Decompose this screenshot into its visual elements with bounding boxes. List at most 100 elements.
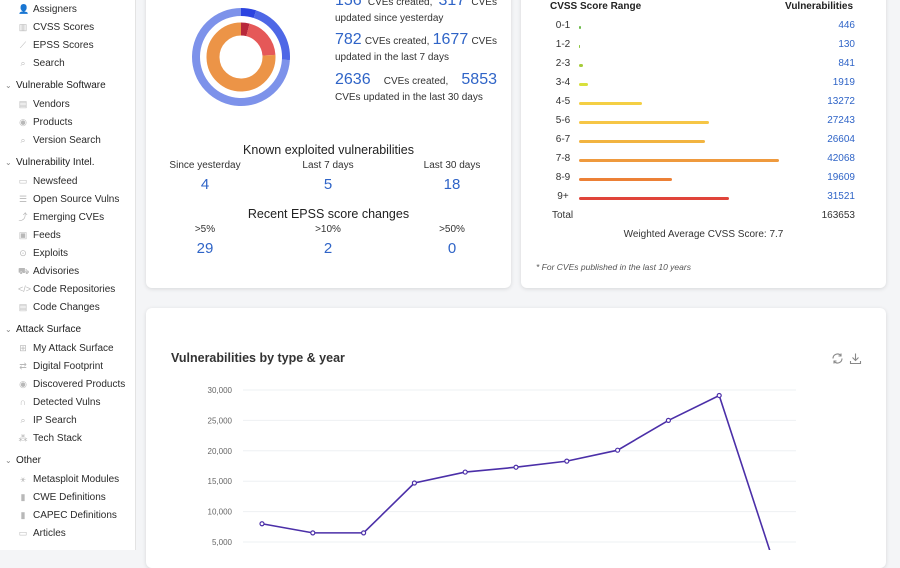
sidebar-section-other[interactable]: ⌄ Other — [5, 452, 41, 468]
sidebar-section-vulnerability-intel[interactable]: ⌄ Vulnerability Intel. — [5, 154, 95, 170]
sidebar-item-search[interactable]: ⌕ Search — [18, 55, 65, 71]
sidebar-item-emerging-cves[interactable]: ⤴ Emerging CVEs — [18, 209, 104, 225]
data-point[interactable] — [361, 530, 367, 536]
sidebar-item-label: Vendors — [33, 98, 70, 110]
briefcase-icon: ▤ — [18, 99, 28, 109]
updated-count[interactable]: 5853 — [461, 71, 497, 89]
download-icon[interactable] — [849, 352, 862, 365]
data-point[interactable] — [513, 464, 519, 470]
epss-title: Recent EPSS score changes — [247, 207, 410, 221]
sidebar-item-vendors[interactable]: ▤ Vendors — [18, 96, 70, 112]
sidebar-item-label: CWE Definitions — [33, 491, 106, 503]
sidebar-item-digital-footprint[interactable]: ⇄ Digital Footprint — [18, 358, 103, 374]
cve-stat-line: 156 CVEs created, 317 CVEs updated since yes… — [335, 0, 497, 24]
epss-label: >50% — [439, 224, 465, 235]
cve-stat-line: 782 CVEs created, 1677 CVEs updated in the l… — [335, 31, 497, 63]
sidebar-item-advisories[interactable]: ⛟ Advisories — [18, 263, 79, 279]
sidebar-item-newsfeed[interactable]: ▭ Newsfeed — [18, 173, 78, 189]
sidebar-item-cwe-definitions[interactable]: ▮ CWE Definitions — [18, 489, 106, 505]
kev-label: Last 7 days — [302, 160, 354, 171]
exploit-icon: ⊙ — [19, 248, 27, 258]
y-tick-label: 30,000 — [208, 386, 233, 395]
data-point[interactable] — [259, 521, 265, 527]
donut-inner-slice-kev-yesterday[interactable] — [240, 22, 250, 37]
sidebar-item-version-search[interactable]: ⌕ Version Search — [18, 132, 100, 148]
sidebar-item-detected-vulns[interactable]: ∩ Detected Vulns — [18, 394, 101, 410]
sidebar-item-capec-definitions[interactable]: ▮ CAPEC Definitions — [18, 507, 117, 523]
created-text: CVEs created, — [383, 76, 449, 87]
cvss-count[interactable]: 130 — [838, 39, 855, 50]
cvss-count[interactable]: 27243 — [827, 115, 855, 126]
sidebar-section-vulnerable-software[interactable]: ⌄ Vulnerable Software — [5, 77, 106, 93]
cvss-count[interactable]: 841 — [838, 58, 855, 69]
created-count[interactable]: 782 — [335, 31, 362, 49]
sidebar-section-attack-surface[interactable]: ⌄ Attack Surface — [5, 321, 81, 337]
cvss-count[interactable]: 13272 — [827, 96, 855, 107]
cvss-bar — [579, 64, 583, 67]
data-point[interactable] — [665, 417, 672, 424]
chevron-down-icon: ⌄ — [5, 157, 12, 167]
cvss-count[interactable]: 31521 — [827, 191, 855, 202]
epss-value[interactable]: 2 — [273, 240, 383, 257]
kev-value[interactable]: 18 — [397, 176, 507, 193]
sidebar-item-assigners[interactable]: 👤 Assigners — [18, 1, 77, 17]
cvss-count[interactable]: 446 — [838, 20, 855, 31]
chevron-down-icon: ⌄ — [5, 324, 12, 334]
sidebar-item-open-source-vulns[interactable]: ☰ Open Source Vulns — [18, 191, 119, 207]
ip-search-icon: ⌕ — [20, 415, 26, 425]
sidebar-item-code-changes[interactable]: ▤ Code Changes — [18, 299, 100, 315]
cvss-row: 9+ 31521 — [555, 191, 855, 205]
sidebar-item-tech-stack[interactable]: ⁂ Tech Stack — [18, 430, 82, 446]
data-point[interactable] — [310, 530, 316, 536]
sidebar-item-label: Search — [33, 57, 65, 69]
epss-value[interactable]: 29 — [150, 240, 260, 257]
sidebar-item-ip-search[interactable]: ⌕ IP Search — [18, 412, 76, 428]
line-chart-icon: ⟋ — [19, 40, 27, 50]
cvss-count[interactable]: 42068 — [827, 153, 855, 164]
cvss-bar — [579, 140, 706, 143]
sidebar-item-metasploit-modules[interactable]: ⚹ Metasploit Modules — [18, 471, 119, 487]
data-point[interactable] — [462, 469, 468, 475]
binoculars-icon: ∩ — [19, 397, 27, 407]
sidebar-item-discovered-products[interactable]: ◉ Discovered Products — [18, 376, 125, 392]
cve-donut-chart — [192, 8, 290, 106]
sidebar-item-label: My Attack Surface — [33, 342, 114, 354]
sidebar-item-code-repositories[interactable]: </> Code Repositories — [18, 281, 115, 297]
sidebar-item-label: Code Changes — [33, 301, 100, 313]
data-point[interactable] — [564, 458, 570, 464]
y-tick-label: 25,000 — [208, 416, 233, 425]
cvss-count[interactable]: 19609 — [827, 172, 855, 183]
sidebar-item-articles[interactable]: ▭ Articles — [18, 525, 66, 541]
updated-count[interactable]: 1677 — [433, 31, 469, 49]
sidebar-item-my-attack-surface[interactable]: ⊞ My Attack Surface — [18, 340, 114, 356]
article-icon: ▭ — [18, 528, 28, 538]
kev-value[interactable]: 4 — [150, 176, 260, 193]
updated-count[interactable]: 317 — [439, 0, 466, 10]
cvss-count[interactable]: 1919 — [833, 77, 855, 88]
sidebar-item-label: Open Source Vulns — [33, 193, 120, 205]
sidebar-item-label: CVSS Scores — [33, 21, 95, 33]
refresh-icon[interactable] — [831, 352, 844, 365]
data-point[interactable] — [716, 392, 722, 399]
book-icon: ▮ — [20, 510, 26, 520]
sidebar-item-label: Code Repositories — [33, 283, 116, 295]
epss-value[interactable]: 0 — [397, 240, 507, 257]
sidebar-item-cvss-scores[interactable]: ▥ CVSS Scores — [18, 19, 94, 35]
created-count[interactable]: 156 — [335, 0, 362, 10]
sidebar-item-epss-scores[interactable]: ⟋ EPSS Scores — [18, 37, 94, 53]
donut-inner-slice-kev-7d[interactable] — [245, 23, 276, 57]
sidebar-item-feeds[interactable]: ▣ Feeds — [18, 227, 61, 243]
kev-value[interactable]: 5 — [273, 176, 383, 193]
sidebar-item-products[interactable]: ◉ Products — [18, 114, 72, 130]
sidebar-item-exploits[interactable]: ⊙ Exploits — [18, 245, 68, 261]
donut-outer-slice-created-yesterday[interactable] — [240, 8, 257, 19]
sidebar-item-label: Articles — [33, 527, 66, 539]
sidebar-item-label: Feeds — [33, 229, 61, 241]
cvss-bar — [579, 121, 709, 124]
sidebar: 👤 Assigners ▥ CVSS Scores ⟋ EPSS Scores ⌕ Searc… — [0, 0, 136, 550]
cvss-count[interactable]: 26604 — [827, 134, 855, 145]
cvss-bar — [579, 45, 580, 48]
data-point[interactable] — [411, 480, 417, 486]
created-count[interactable]: 2636 — [335, 71, 371, 89]
data-point[interactable] — [615, 447, 621, 453]
